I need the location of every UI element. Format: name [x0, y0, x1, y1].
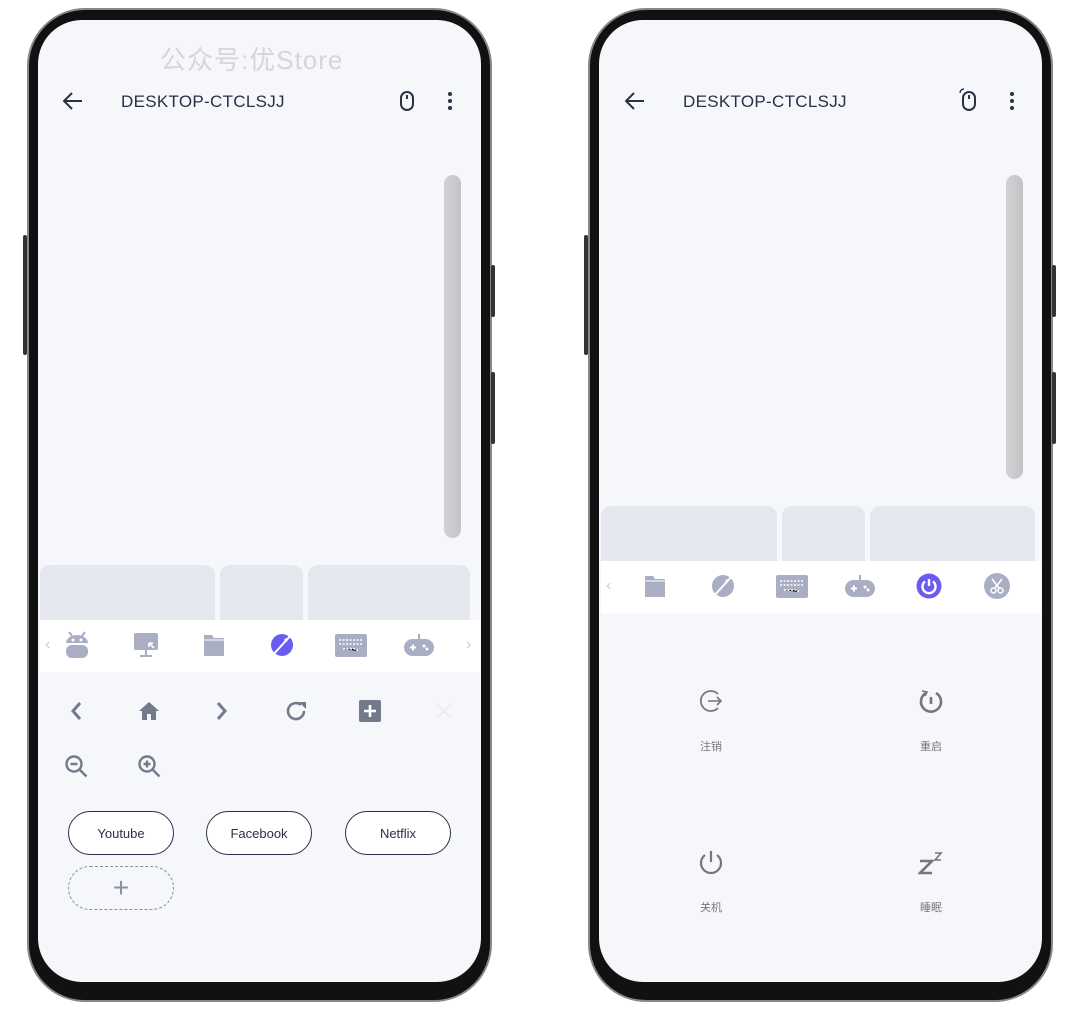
close-icon	[436, 703, 452, 719]
touch-key-middle[interactable]	[220, 565, 303, 620]
tool-remote-desktop[interactable]	[132, 631, 160, 659]
refresh-icon	[286, 701, 306, 721]
add-bookmark-button[interactable]: +	[68, 866, 174, 910]
chevron-left-icon	[71, 702, 82, 720]
sleep-icon	[918, 852, 943, 875]
browser-home-button[interactable]	[136, 699, 162, 723]
browser-refresh-button[interactable]	[284, 699, 310, 723]
touch-key-left[interactable]	[40, 565, 215, 620]
back-button[interactable]	[622, 89, 648, 113]
restart-icon	[919, 690, 943, 713]
gamepad-icon	[845, 575, 875, 597]
page-title: DESKTOP-CTCLSJJ	[121, 92, 285, 111]
side-button	[491, 372, 495, 444]
scroll-strip[interactable]	[444, 175, 461, 538]
arrow-left-icon	[63, 92, 82, 110]
shutdown-label: 关机	[700, 901, 722, 914]
browser-back-button[interactable]	[64, 699, 88, 723]
folder-icon	[204, 635, 224, 656]
tool-files[interactable]	[642, 573, 668, 599]
side-button	[23, 235, 27, 355]
gamepad-icon	[404, 634, 434, 656]
plus-square-icon	[359, 700, 381, 722]
sleep-button[interactable]	[917, 848, 945, 876]
android-icon	[66, 631, 88, 658]
side-button	[584, 235, 588, 355]
remote-desktop-icon	[134, 633, 158, 657]
power-icon	[699, 851, 723, 875]
restart-button[interactable]	[917, 687, 945, 715]
side-button	[1052, 372, 1056, 444]
side-button	[1052, 265, 1056, 317]
touch-key-right[interactable]	[308, 565, 470, 620]
bookmark-youtube[interactable]: Youtube	[68, 811, 174, 855]
logout-button[interactable]	[697, 687, 725, 715]
mouse-icon	[400, 91, 414, 111]
watermark: 公众号:优Store	[160, 45, 344, 75]
bookmark-facebook[interactable]: Facebook	[206, 811, 312, 855]
tool-browser[interactable]	[709, 572, 737, 600]
keyboard-icon	[776, 574, 808, 598]
arrow-left-icon	[625, 92, 644, 110]
logout-icon	[699, 690, 723, 712]
scroll-left-arrow[interactable]: ‹	[45, 636, 50, 654]
zoom-in-icon	[138, 755, 161, 778]
scroll-right-arrow[interactable]: ›	[466, 636, 471, 654]
keyboard-icon	[335, 633, 367, 657]
scissors-icon	[984, 573, 1010, 599]
more-vertical-icon	[448, 92, 452, 110]
zoom-out-button[interactable]	[63, 753, 89, 779]
browser-planet-icon	[712, 574, 734, 598]
zoom-in-button[interactable]	[136, 753, 162, 779]
tool-clipboard[interactable]	[983, 572, 1011, 600]
power-icon	[916, 573, 942, 599]
home-icon	[139, 702, 159, 720]
tool-android[interactable]	[63, 630, 91, 660]
touch-key-right[interactable]	[870, 506, 1035, 561]
mouse-mode-button[interactable]	[396, 89, 418, 113]
tool-browser[interactable]	[268, 631, 296, 659]
tool-files[interactable]	[201, 632, 227, 658]
scroll-strip[interactable]	[1006, 175, 1023, 479]
tool-gamepad[interactable]	[845, 573, 875, 599]
bookmark-netflix[interactable]: Netflix	[345, 811, 451, 855]
zoom-out-icon	[65, 755, 88, 778]
more-vertical-icon	[1010, 92, 1014, 110]
browser-new-tab-button[interactable]	[357, 698, 383, 724]
tool-power[interactable]	[915, 572, 943, 600]
right-screen	[599, 20, 1042, 982]
side-button	[491, 265, 495, 317]
touch-key-middle[interactable]	[782, 506, 865, 561]
tool-gamepad[interactable]	[404, 632, 434, 658]
restart-label: 重启	[920, 740, 942, 753]
shutdown-button[interactable]	[697, 848, 725, 876]
more-menu-button[interactable]	[1002, 89, 1022, 113]
browser-forward-button[interactable]	[210, 699, 234, 723]
sleep-label: 睡眠	[920, 901, 942, 914]
folder-icon	[645, 576, 665, 597]
mouse-mode-button[interactable]	[956, 87, 980, 113]
touch-key-left[interactable]	[601, 506, 777, 561]
page-title: DESKTOP-CTCLSJJ	[683, 92, 847, 111]
browser-planet-icon	[271, 633, 293, 657]
back-button[interactable]	[60, 89, 86, 113]
chevron-right-icon	[216, 702, 227, 720]
tool-keyboard[interactable]	[335, 632, 367, 658]
scroll-left-arrow[interactable]: ‹	[606, 577, 611, 595]
mouse-scroll-icon	[959, 88, 976, 111]
browser-close-button[interactable]	[432, 699, 456, 723]
tool-keyboard[interactable]	[776, 573, 808, 599]
more-menu-button[interactable]	[440, 89, 460, 113]
logout-label: 注销	[700, 740, 722, 753]
